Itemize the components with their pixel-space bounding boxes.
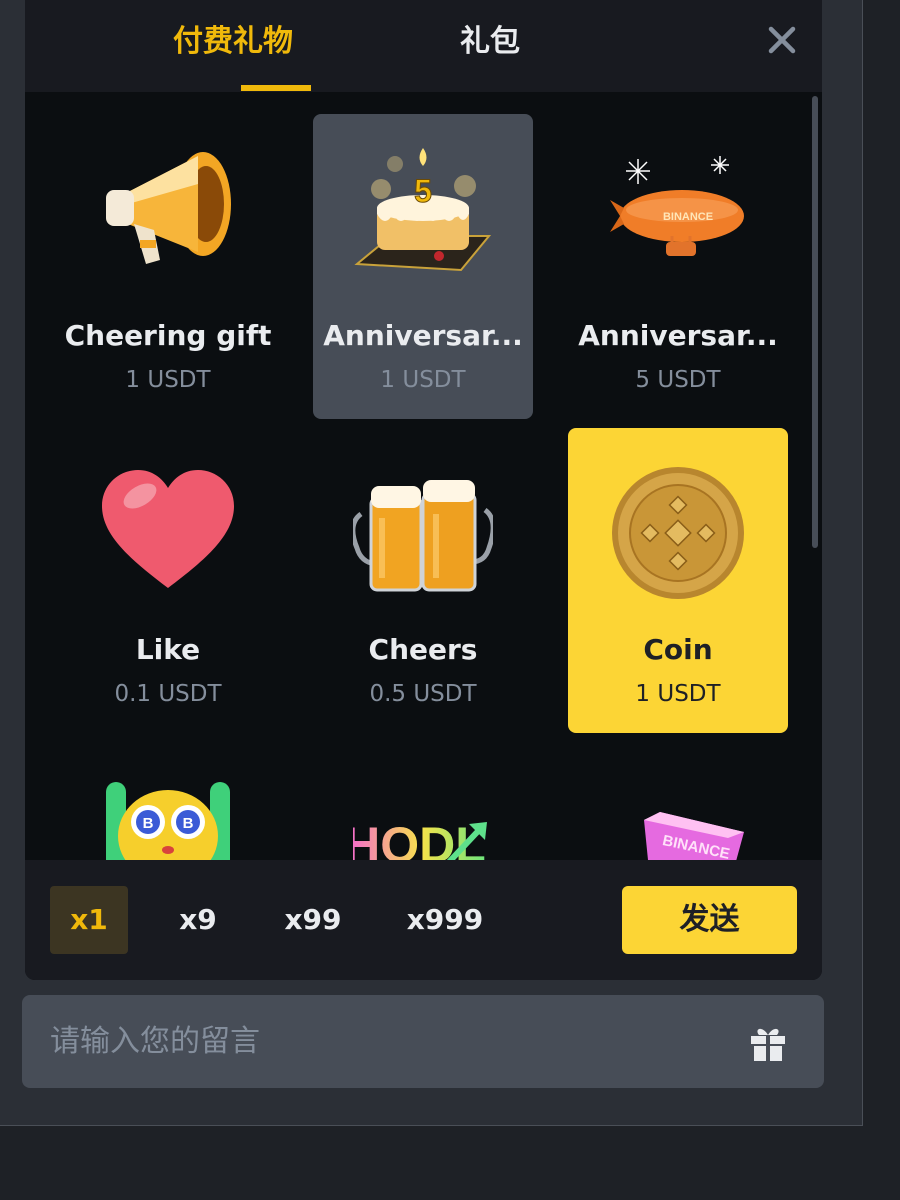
btc-symbol-right: B [183, 815, 194, 832]
btc-symbol-left: B [143, 815, 154, 832]
gift-price: 0.5 USDT [369, 681, 477, 707]
gift-card-coin[interactable]: Coin 1 USDT [568, 428, 788, 733]
tab-paid-gifts[interactable]: 付费礼物 [153, 20, 313, 64]
gift-card-anniversary-blimp[interactable]: BINANCE Anniversar... 5 USDT [568, 114, 788, 419]
gift-name: Like [135, 633, 201, 666]
tab-gift-bundles[interactable]: 礼包 [425, 20, 555, 64]
send-button[interactable]: 发送 [622, 886, 797, 954]
message-field [22, 995, 824, 1088]
gift-card-cheers[interactable]: Cheers 0.5 USDT [313, 428, 533, 733]
hodl-text: HODL [353, 817, 486, 860]
gift-card-binance-block[interactable]: BINANCE [568, 742, 788, 860]
gift-card-anniversary-cake[interactable]: 5 Anniversar... 1 USDT [313, 114, 533, 419]
bnb-coin-icon [612, 467, 744, 599]
close-button[interactable] [762, 20, 802, 60]
binance-blimp-icon: BINANCE [610, 156, 744, 256]
gift-name: Cheering gift [64, 319, 272, 352]
message-input[interactable] [22, 995, 722, 1088]
gift-price: 1 USDT [125, 367, 211, 393]
gift-price: 5 USDT [635, 367, 721, 393]
quantity-x999[interactable]: x999 [395, 886, 495, 954]
close-icon [768, 26, 796, 54]
anniversary-cake-icon: 5 [354, 148, 492, 272]
gift-price: 0.1 USDT [114, 681, 222, 707]
quantity-x99[interactable]: x99 [271, 886, 355, 954]
gift-name: Anniversar... [323, 319, 523, 352]
megaphone-icon [106, 152, 231, 264]
gift-price: 1 USDT [635, 681, 721, 707]
gift-name: Anniversar... [578, 319, 778, 352]
gift-card-cheering[interactable]: Cheering gift 1 USDT [58, 114, 278, 419]
gift-card-like[interactable]: Like 0.1 USDT [58, 428, 278, 733]
binance-block-icon: BINANCE [644, 812, 744, 860]
gift-price: 1 USDT [380, 367, 466, 393]
gift-name: Coin [643, 633, 713, 666]
gift-grid: Cheering gift 1 USDT 5 Anniversar... 1 U… [25, 92, 822, 860]
gift-card-bitcoin-face[interactable]: B B [58, 742, 278, 860]
gift-card-hodl[interactable]: HODL [313, 742, 533, 860]
quantity-x9[interactable]: x9 [163, 886, 233, 954]
gift-name: Cheers [368, 633, 478, 666]
blimp-label: BINANCE [663, 211, 713, 223]
grid-scrollbar[interactable] [812, 96, 818, 548]
gift-panel: 付费礼物 礼包 Cheering gift 1 USDT 5 Anniversa… [25, 0, 822, 980]
gift-icon[interactable] [748, 1023, 788, 1063]
active-tab-indicator [241, 85, 311, 91]
gift-tabs: 付费礼物 礼包 [25, 0, 822, 92]
send-bar: x1 x9 x99 x999 发送 [25, 860, 822, 980]
heart-icon [102, 470, 234, 588]
bitcoin-face-icon: B B [106, 782, 230, 860]
beer-mugs-icon [353, 480, 493, 592]
hodl-icon: HODL [353, 817, 487, 860]
quantity-x1[interactable]: x1 [50, 886, 128, 954]
cake-number: 5 [414, 173, 432, 209]
